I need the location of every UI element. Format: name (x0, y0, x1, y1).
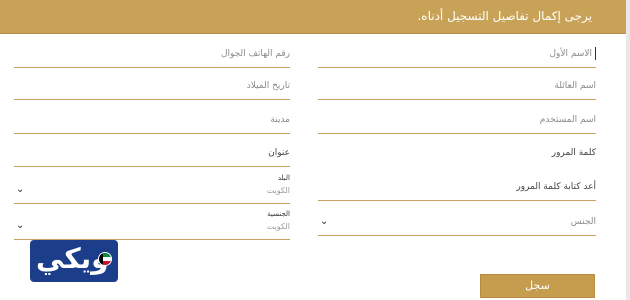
family-name-field[interactable]: اسم العائلة (318, 76, 596, 100)
scrollbar[interactable] (626, 0, 630, 300)
first-name-placeholder: الاسم الأول (549, 49, 592, 59)
chevron-down-icon: ⌄ (320, 216, 329, 227)
form-instructions: يرجى إكمال تفاصيل التسجيل أدناه. (417, 9, 592, 23)
password-field[interactable]: كلمة المرور (318, 143, 596, 167)
wiki-logo: ويكي (30, 240, 118, 282)
family-name-placeholder: اسم العائلة (554, 81, 596, 91)
address-placeholder: عنوان (268, 148, 290, 158)
first-name-field[interactable]: الاسم الأول (318, 44, 596, 68)
confirm-password-placeholder: أعد كتابة كلمة المرور (516, 182, 596, 192)
nationality-select[interactable]: الجنسية الكويت ⌄ (14, 210, 290, 240)
username-placeholder: اسم المستخدم (539, 115, 596, 125)
confirm-password-field[interactable]: أعد كتابة كلمة المرور (318, 177, 596, 201)
country-select[interactable]: البلد الكويت ⌄ (14, 174, 290, 204)
chevron-down-icon: ⌄ (16, 220, 25, 231)
nationality-value: الكويت (266, 222, 290, 231)
password-placeholder: كلمة المرور (551, 148, 596, 158)
address-field[interactable]: عنوان (14, 143, 290, 167)
chevron-down-icon: ⌄ (16, 184, 25, 195)
country-value: الكويت (266, 186, 290, 195)
phone-field[interactable]: رقم الهاتف الجوال (14, 44, 290, 68)
city-placeholder: مدينة (270, 115, 290, 125)
phone-placeholder: رقم الهاتف الجوال (220, 49, 290, 59)
text-cursor (595, 47, 596, 60)
nationality-label: الجنسية (267, 210, 290, 218)
username-field[interactable]: اسم المستخدم (318, 110, 596, 134)
register-button[interactable]: سجل (480, 274, 595, 298)
city-field[interactable]: مدينة (14, 110, 290, 134)
kuwait-flag-icon (98, 252, 112, 266)
gender-select[interactable]: الجنس ⌄ (318, 212, 596, 236)
birth-date-field[interactable]: تاريخ الميلاد (14, 76, 290, 100)
country-label: البلد (277, 174, 290, 182)
gender-placeholder: الجنس (570, 217, 596, 227)
form-header-bar: يرجى إكمال تفاصيل التسجيل أدناه. (0, 0, 626, 34)
birth-date-placeholder: تاريخ الميلاد (246, 81, 290, 91)
